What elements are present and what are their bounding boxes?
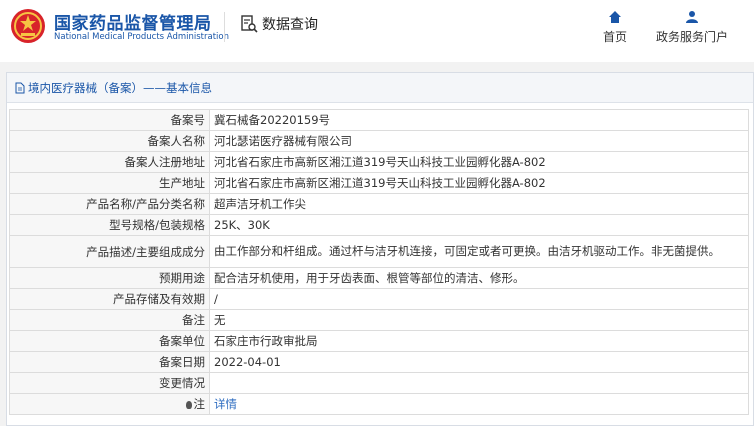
section-title: 境内医疗器械（备案）——基本信息 — [28, 80, 212, 95]
row-value: 石家庄市行政审批局 — [209, 330, 749, 352]
table-row: 备案人名称 河北瑟诺医疗器械有限公司 — [9, 130, 749, 152]
home-icon — [609, 11, 621, 23]
row-label: 产品存储及有效期 — [9, 288, 210, 310]
table-row: 注 详情 — [9, 393, 749, 415]
row-value: 配合洁牙机使用，用于牙齿表面、根管等部位的清洁、修形。 — [209, 267, 749, 289]
row-label: 产品名称/产品分类名称 — [9, 193, 210, 215]
site-header: 国家药品监督管理局 National Medical Products Admi… — [0, 0, 754, 62]
panel-header: 境内医疗器械（备案）——基本信息 — [7, 73, 753, 103]
row-label: 备案日期 — [9, 351, 210, 373]
row-value: 2022-04-01 — [209, 351, 749, 373]
org-name[interactable]: 国家药品监督管理局 — [54, 9, 212, 34]
row-value: 由工作部分和杆组成。通过杆与洁牙机连接，可固定或者可更换。由洁牙机驱动工作。非无… — [209, 235, 749, 268]
header-divider — [224, 12, 225, 42]
table-row: 产品名称/产品分类名称 超声洁牙机工作尖 — [9, 193, 749, 215]
data-query-label: 数据查询 — [262, 17, 318, 33]
info-table: 备案号 冀石械备20220159号 备案人名称 河北瑟诺医疗器械有限公司 备案人… — [9, 109, 749, 415]
user-icon — [686, 11, 698, 23]
table-row: 生产地址 河北省石家庄市高新区湘江道319号天山科技工业园孵化器A-802 — [9, 172, 749, 194]
table-row: 产品存储及有效期 / — [9, 288, 749, 310]
row-label: 预期用途 — [9, 267, 210, 289]
row-label: 变更情况 — [9, 372, 210, 394]
data-query-link[interactable]: 数据查询 — [240, 14, 318, 34]
row-label: 型号规格/包装规格 — [9, 214, 210, 236]
table-row: 备案号 冀石械备20220159号 — [9, 109, 749, 131]
nav-home[interactable]: 首页 — [603, 10, 627, 45]
row-value-note: 详情 — [209, 393, 749, 415]
row-label: 备案人名称 — [9, 130, 210, 152]
row-value: 河北省石家庄市高新区湘江道319号天山科技工业园孵化器A-802 — [209, 172, 749, 194]
table-row: 备注 无 — [9, 309, 749, 331]
bulb-icon — [185, 400, 192, 409]
row-label: 产品描述/主要组成成分 — [9, 235, 210, 268]
details-link[interactable]: 详情 — [214, 397, 237, 411]
document-search-icon — [241, 15, 258, 33]
row-label: 备案号 — [9, 109, 210, 131]
org-name-en[interactable]: National Medical Products Administration — [54, 32, 229, 42]
nav-gov-label: 政务服务门户 — [656, 30, 729, 44]
table-row: 型号规格/包装规格 25K、30K — [9, 214, 749, 236]
table-row: 备案人注册地址 河北省石家庄市高新区湘江道319号天山科技工业园孵化器A-802 — [9, 151, 749, 173]
row-value: 冀石械备20220159号 — [209, 109, 749, 131]
table-row: 产品描述/主要组成成分 由工作部分和杆组成。通过杆与洁牙机连接，可固定或者可更换… — [9, 235, 749, 268]
document-icon — [15, 82, 25, 93]
nav-gov-portal[interactable]: 政务服务门户 — [656, 10, 728, 45]
row-value — [209, 372, 749, 394]
row-value: 河北瑟诺医疗器械有限公司 — [209, 130, 749, 152]
national-emblem-icon[interactable] — [10, 8, 46, 44]
row-value: 无 — [209, 309, 749, 331]
row-value: 超声洁牙机工作尖 — [209, 193, 749, 215]
row-value: / — [209, 288, 749, 310]
row-value: 25K、30K — [209, 214, 749, 236]
nav-home-label: 首页 — [603, 30, 628, 44]
table-row: 备案单位 石家庄市行政审批局 — [9, 330, 749, 352]
row-value: 河北省石家庄市高新区湘江道319号天山科技工业园孵化器A-802 — [209, 151, 749, 173]
note-label: 注 — [193, 397, 206, 411]
row-label: 备案单位 — [9, 330, 210, 352]
row-label: 备注 — [9, 309, 210, 331]
table-row: 备案日期 2022-04-01 — [9, 351, 749, 373]
row-label: 生产地址 — [9, 172, 210, 194]
row-label-note: 注 — [9, 393, 210, 415]
table-row: 预期用途 配合洁牙机使用，用于牙齿表面、根管等部位的清洁、修形。 — [9, 267, 749, 289]
row-label: 备案人注册地址 — [9, 151, 210, 173]
table-row: 变更情况 — [9, 372, 749, 394]
